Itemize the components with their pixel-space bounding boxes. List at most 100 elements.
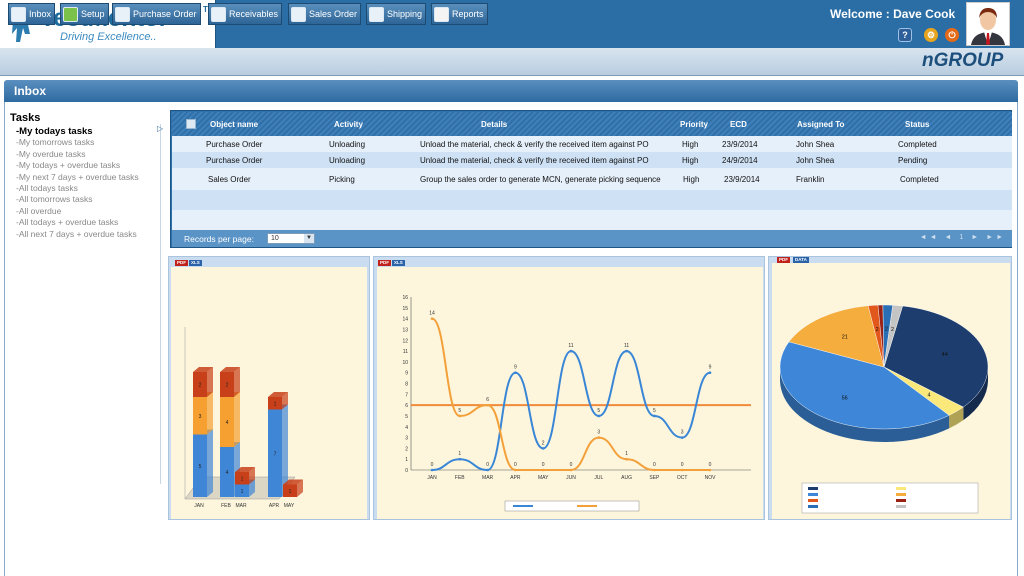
column-header[interactable]: Details xyxy=(481,120,507,129)
table-row[interactable]: Purchase Order Unloading Unload the mate… xyxy=(172,152,1012,168)
slice-label: 44 xyxy=(942,352,948,358)
cell-priority: High xyxy=(683,175,700,184)
collapse-arrow-icon[interactable]: ▷ xyxy=(157,124,165,136)
data-point xyxy=(708,371,712,374)
y-tick-label: 16 xyxy=(402,295,408,301)
x-tick-label: MAR xyxy=(482,475,494,481)
data-point xyxy=(514,468,517,472)
xls-export-button[interactable]: XLS xyxy=(392,260,405,266)
task-filter-my-overdue[interactable]: -My overdue tasks xyxy=(10,149,160,160)
data-label: 6 xyxy=(486,397,489,403)
nav-setup[interactable]: Setup xyxy=(60,3,109,25)
grid-body: Purchase Order Unloading Unload the mate… xyxy=(172,136,1012,230)
table-row[interactable]: Purchase Order Unloading Unload the mate… xyxy=(172,136,1012,152)
data-label: 2 xyxy=(199,383,202,389)
task-filter-all-todays-overdue[interactable]: -All todays + overdue tasks xyxy=(10,217,160,228)
cell-status: Pending xyxy=(898,156,928,165)
data-label: 0 xyxy=(570,462,573,468)
y-tick-label: 0 xyxy=(405,468,408,474)
page-title: Inbox xyxy=(14,84,46,98)
x-tick-label: JUN xyxy=(566,475,576,481)
task-filter-my-next-7-days[interactable]: -My next 7 days + overdue tasks xyxy=(10,172,160,183)
data-point xyxy=(541,447,545,450)
help-icon[interactable]: ? xyxy=(898,28,912,42)
data-label: 0 xyxy=(431,462,434,468)
x-tick-label: JUL xyxy=(594,475,603,481)
data-label: 11 xyxy=(624,343,629,349)
y-tick-label: 2 xyxy=(405,446,408,452)
pdf-export-button[interactable]: PDF xyxy=(378,260,391,266)
xls-export-button[interactable]: XLS xyxy=(189,260,202,266)
y-tick-label: 10 xyxy=(402,360,408,366)
column-header[interactable]: Object name xyxy=(210,120,258,129)
line-chart: 012345678910111213141516JAN FEB MAR APR MAY J… xyxy=(402,295,751,512)
document-icon xyxy=(291,6,306,22)
table-row[interactable]: Sales Order Picking Group the sales orde… xyxy=(172,168,1012,190)
y-tick-label: 11 xyxy=(403,349,408,355)
records-per-page-select[interactable]: 10 ▼ xyxy=(267,233,315,244)
pdf-export-button[interactable]: PDF xyxy=(175,260,188,266)
select-all-checkbox[interactable] xyxy=(186,119,196,129)
y-tick-label: 7 xyxy=(405,392,408,398)
task-filter-all-next-7-days[interactable]: -All next 7 days + overdue tasks xyxy=(10,229,160,240)
task-filter-my-todays[interactable]: -My todays tasks xyxy=(10,126,160,137)
nav-label: Reports xyxy=(452,9,484,19)
data-point xyxy=(458,457,462,461)
data-label: 1 xyxy=(241,489,244,495)
logo-tagline: Driving Excellence.. xyxy=(60,31,157,43)
slice-label: 4 xyxy=(927,393,930,399)
x-tick-label: MAR xyxy=(235,503,247,509)
data-point xyxy=(625,349,628,353)
data-label: 0 xyxy=(653,462,656,468)
y-tick-label: 5 xyxy=(405,414,408,420)
chevron-down-icon: ▼ xyxy=(304,234,314,243)
series-line xyxy=(431,317,710,471)
legend-box xyxy=(801,482,979,514)
column-header[interactable]: Activity xyxy=(334,120,363,129)
legend-swatch xyxy=(808,493,818,496)
nav-sales-order[interactable]: Sales Order xyxy=(288,3,362,25)
task-filter-my-tomorrows[interactable]: -My tomorrows tasks xyxy=(10,137,160,148)
task-filter-all-overdue[interactable]: -All overdue xyxy=(10,206,160,217)
column-header[interactable]: Assigned To xyxy=(797,120,844,129)
column-header[interactable]: Priority xyxy=(680,120,708,129)
table-row-empty xyxy=(172,190,1012,210)
task-filter-all-tomorrows[interactable]: -All tomorrows tasks xyxy=(10,194,160,205)
cell-ecd: 23/9/2014 xyxy=(722,140,758,149)
data-label: 1 xyxy=(458,451,461,457)
cell-priority: High xyxy=(682,156,699,165)
column-header[interactable]: ECD xyxy=(730,120,747,129)
y-tick-label: 13 xyxy=(402,327,408,333)
slice-label: 2 xyxy=(885,327,888,333)
tasks-panel: Tasks -My todays tasks -My tomorrows tas… xyxy=(10,112,160,240)
task-filter-all-todays[interactable]: -All todays tasks xyxy=(10,183,160,194)
cell-details: Unload the material, check & verify the … xyxy=(420,140,649,149)
user-avatar-icon xyxy=(967,3,1009,45)
y-tick-label: 8 xyxy=(405,382,408,388)
nav-purchase-order[interactable]: Purchase Order xyxy=(112,3,201,25)
data-point xyxy=(680,468,684,472)
records-per-page-label: Records per page: xyxy=(184,234,254,244)
data-label: 0 xyxy=(486,462,489,468)
data-label: 14 xyxy=(429,311,435,317)
grid-header: Object name Activity Details Priority EC… xyxy=(172,112,1012,136)
data-label: 1 xyxy=(274,401,277,407)
nav-shipping[interactable]: Shipping xyxy=(366,3,427,25)
avatar[interactable] xyxy=(966,2,1010,46)
pagination[interactable]: ◄◄ ◄ 1 ► ►► xyxy=(920,234,1006,241)
nav-reports[interactable]: Reports xyxy=(431,3,488,25)
column-header[interactable]: Status xyxy=(905,120,929,129)
data-point xyxy=(514,371,517,374)
data-label: 1 xyxy=(289,489,292,495)
power-icon[interactable]: ⏻ xyxy=(945,28,959,42)
gear-icon[interactable]: ⚙ xyxy=(924,28,938,42)
task-filter-my-todays-overdue[interactable]: -My todays + overdue tasks xyxy=(10,160,160,171)
nav-receivables[interactable]: Receivables xyxy=(208,3,283,25)
cell-assigned: John Shea xyxy=(796,140,835,149)
data-label: 1 xyxy=(241,476,244,482)
nav-label: Sales Order xyxy=(309,9,358,19)
chart-panel-bar: PDF XLS 5 3 2 JAN 4 4 2 FEB 1 1 MAR 7 1 APR 1 MAY xyxy=(168,256,370,520)
nav-inbox[interactable]: Inbox xyxy=(8,3,56,25)
cell-object: Purchase Order xyxy=(206,140,263,149)
table-row-empty xyxy=(172,210,1012,230)
